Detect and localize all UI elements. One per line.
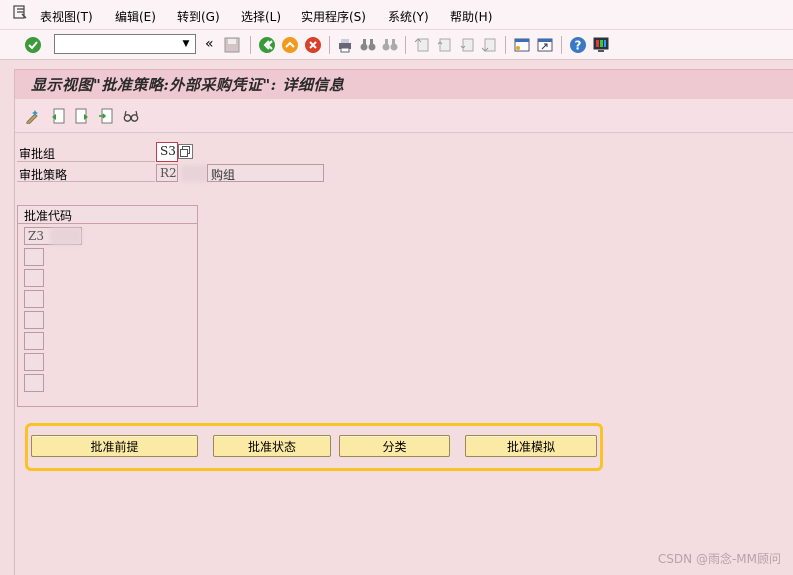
menu-table-view[interactable]: 表视图(T) [40,8,93,25]
print-icon[interactable] [336,36,354,54]
next-page-icon[interactable] [458,36,476,54]
help-icon[interactable]: ? [569,36,587,54]
find-icon[interactable] [359,36,377,54]
exit-icon[interactable] [281,36,299,54]
release-code-cell[interactable] [24,290,44,308]
previous-entry-icon[interactable] [50,108,66,124]
release-group-field[interactable]: S3 [156,142,178,162]
find-next-icon[interactable] [381,36,399,54]
title-bar: 显示视图"批准策略:外部采购凭证": 详细信息 [15,69,793,99]
classification-button[interactable]: 分类 [339,435,450,457]
copy-icon[interactable] [178,144,193,159]
release-group-label: 审批组 [19,147,56,161]
next-entry-icon[interactable] [74,108,90,124]
menu-help[interactable]: 帮助(H) [450,8,492,25]
release-status-button[interactable]: 批准状态 [213,435,331,457]
release-code-cell[interactable] [24,269,44,287]
page-title: 显示视图"批准策略:外部采购凭证": 详细信息 [31,76,345,94]
enter-checkmark-icon[interactable] [24,36,42,54]
menu-selection[interactable]: 选择(L) [241,8,281,25]
back-double-arrow-icon[interactable]: « [205,36,214,52]
menu-system[interactable]: 系统(Y) [388,8,429,25]
back-icon[interactable] [258,36,276,54]
glasses-icon[interactable] [123,108,139,124]
watermark: CSDN @雨念-MM顾问 [657,552,781,566]
release-code-cell[interactable] [24,332,44,350]
other-entry-icon[interactable] [98,108,114,124]
release-code-cell[interactable] [24,353,44,371]
menu-edit[interactable]: 编辑(E) [115,8,156,25]
menu-utilities[interactable]: 实用程序(S) [301,8,366,25]
previous-page-icon[interactable] [435,36,453,54]
release-strategy-description: 购组 [207,164,324,182]
release-simulation-button[interactable]: 批准模拟 [465,435,597,457]
menu-bar: 表视图(T) 编辑(E) 转到(G) 选择(L) 实用程序(S) 系统(Y) 帮… [0,0,793,30]
command-field[interactable] [54,34,196,54]
last-page-icon[interactable] [480,36,498,54]
save-icon[interactable] [223,36,241,54]
release-prerequisites-button[interactable]: 批准前提 [31,435,198,457]
svg-text:?: ? [575,39,582,53]
release-strategy-field[interactable]: R2 [156,164,178,182]
display-change-icon[interactable] [25,108,41,124]
command-dropdown-icon[interactable]: ▼ [177,35,195,53]
release-code-cell[interactable] [24,311,44,329]
system-menu-icon[interactable] [12,4,28,20]
generate-shortcut-icon[interactable] [536,36,554,54]
first-page-icon[interactable] [413,36,431,54]
customize-layout-icon[interactable] [592,36,610,54]
release-code-cell[interactable] [24,248,44,266]
cancel-icon[interactable] [304,36,322,54]
release-code-cell[interactable] [24,374,44,392]
release-codes-header: 批准代码 [18,206,197,224]
new-session-icon[interactable] [513,36,531,54]
menu-goto[interactable]: 转到(G) [177,8,220,25]
